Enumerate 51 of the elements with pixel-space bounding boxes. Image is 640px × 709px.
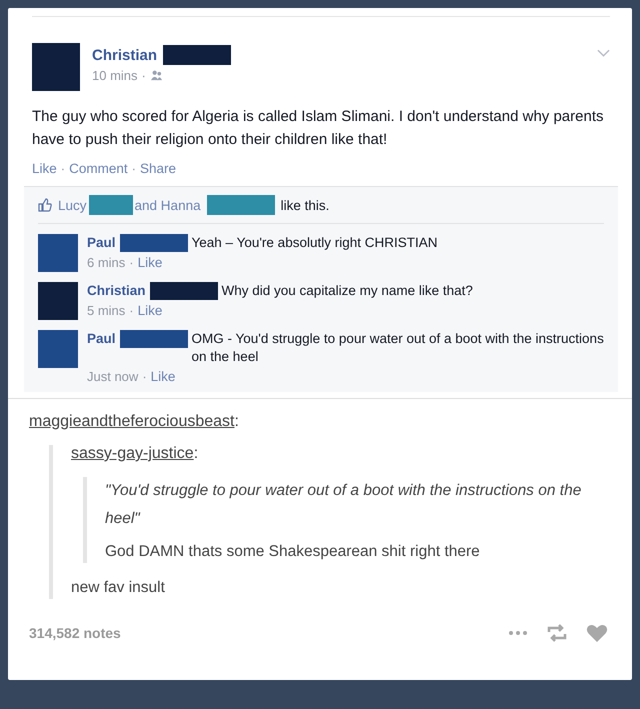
more-icon[interactable] [508, 630, 528, 636]
chevron-down-icon[interactable] [597, 49, 610, 57]
redaction-bar [120, 234, 188, 252]
comment-text: OMG - You'd struggle to pour water out of a boot with the instructions on the heel [192, 330, 604, 366]
action-link[interactable]: Comment [69, 161, 128, 176]
likes-text: like this. [280, 198, 330, 212]
comment-time[interactable]: 5 mins [87, 303, 126, 318]
reblog-icon[interactable] [546, 623, 568, 643]
colon: : [234, 413, 239, 430]
post-time[interactable]: 10 mins [92, 68, 138, 83]
like-link[interactable]: Like [138, 255, 162, 270]
separator: · [129, 255, 134, 270]
like-link[interactable]: Like [150, 369, 176, 384]
heart-icon[interactable] [586, 623, 608, 643]
author-name[interactable]: Christian [92, 46, 158, 64]
comment-author[interactable]: Paul [87, 330, 116, 348]
colon: : [194, 445, 198, 462]
username-link[interactable]: maggieandtheferociousbeast [29, 413, 234, 430]
notes-count[interactable]: 314,582 notes [29, 625, 121, 641]
action-link[interactable]: Like [32, 161, 57, 176]
reply-text: new fav insult [71, 578, 166, 598]
separator: · [60, 161, 66, 176]
separator: · [142, 68, 146, 83]
thumbs-up-icon [38, 198, 52, 212]
comment-time[interactable]: Just now [87, 369, 138, 384]
redaction-bar [120, 330, 188, 348]
quote-text: "You'd struggle to pour water out of a boot with the instructions on the heel" [105, 481, 582, 529]
comment-time[interactable]: 6 mins [87, 255, 126, 270]
redaction-bar [88, 195, 133, 215]
comment-text: Yeah – You're absolutly right CHRISTIAN [192, 234, 438, 252]
action-link[interactable]: Share [140, 161, 176, 176]
comment-author[interactable]: Christian [87, 282, 146, 300]
comment-author[interactable]: Paul [87, 234, 116, 252]
avatar [38, 282, 78, 320]
avatar [38, 330, 78, 368]
like-link[interactable]: Like [138, 303, 162, 318]
redaction-bar [163, 45, 232, 65]
liker-name[interactable]: Lucy [58, 198, 87, 212]
avatar [38, 234, 78, 272]
comment-text: Why did you capitalize my name like that? [222, 282, 473, 300]
post-text: The guy who scored for Algeria is called Islam Slimani. I don't understand why parents have to push their religion onto their children like that! [32, 107, 604, 150]
liker-name[interactable]: and Hanna [134, 198, 201, 212]
avatar [32, 43, 80, 91]
redaction-bar [150, 282, 218, 300]
friends-icon [150, 70, 163, 81]
separator: · [132, 161, 136, 176]
reply-text: God DAMN thats some Shakespearean shit right there [105, 542, 481, 562]
separator: · [142, 369, 147, 384]
separator: · [129, 303, 134, 318]
username-link[interactable]: sassy-gay-justice [71, 445, 194, 462]
redaction-bar [206, 195, 275, 215]
